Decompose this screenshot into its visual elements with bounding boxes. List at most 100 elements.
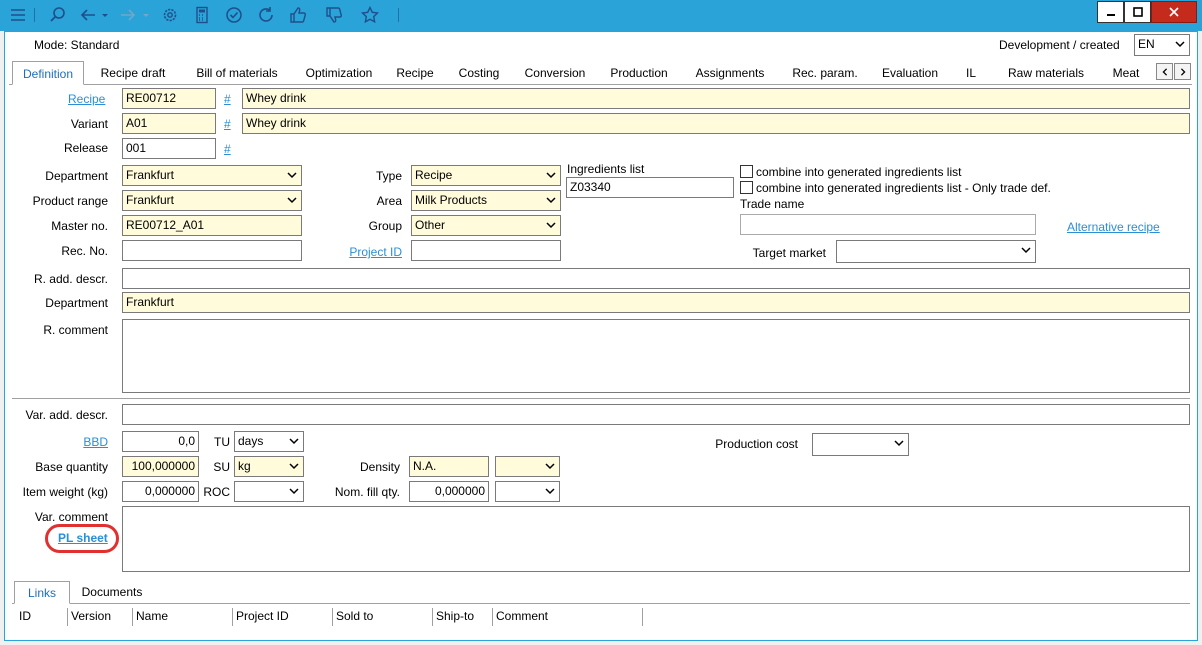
column-header-id[interactable]: ID xyxy=(16,608,68,626)
tu-value: days xyxy=(238,434,264,448)
combine-ingredients-checkbox[interactable] xyxy=(740,165,753,178)
density-label: Density xyxy=(359,460,400,474)
combine-trade-def-label: combine into generated ingredients list … xyxy=(756,181,1051,195)
target-market-select[interactable] xyxy=(836,240,1036,263)
thumbs-up-icon[interactable] xyxy=(288,5,308,25)
roc-select[interactable] xyxy=(234,481,304,502)
production-cost-select[interactable] xyxy=(812,433,909,456)
language-select[interactable]: EN xyxy=(1134,34,1190,56)
product-range-label: Product range xyxy=(32,194,108,208)
tab-rec-param[interactable]: Rec. param. xyxy=(786,61,864,83)
minimize-button[interactable] xyxy=(1097,1,1124,23)
tab-documents[interactable]: Documents xyxy=(74,585,150,599)
column-header-ship-to[interactable]: Ship-to xyxy=(433,608,493,626)
nom-fill-unit-select[interactable] xyxy=(495,481,560,502)
tab-evaluation[interactable]: Evaluation xyxy=(876,61,944,83)
project-id-link[interactable]: Project ID xyxy=(320,245,402,259)
chevron-down-icon xyxy=(545,463,555,470)
variant-field[interactable]: A01 xyxy=(122,113,216,134)
tab-il[interactable]: IL xyxy=(958,61,984,83)
recipe-field[interactable]: RE00712 xyxy=(122,88,216,109)
calculator-icon[interactable] xyxy=(192,5,212,25)
check-circle-icon[interactable] xyxy=(224,5,244,25)
project-id-field[interactable] xyxy=(411,240,561,261)
department2-field[interactable]: Frankfurt xyxy=(122,292,1190,313)
variant-name-field[interactable]: Whey drink xyxy=(242,113,1190,134)
density-field[interactable]: N.A. xyxy=(409,456,489,477)
tab-assignments[interactable]: Assignments xyxy=(688,61,772,83)
tu-select[interactable]: days xyxy=(234,431,304,452)
area-select[interactable]: Milk Products xyxy=(411,190,561,211)
r-comment-field[interactable] xyxy=(122,319,1190,393)
department-value: Frankfurt xyxy=(126,168,175,182)
var-add-descr-field[interactable] xyxy=(122,404,1190,425)
tab-raw-materials[interactable]: Raw materials xyxy=(1000,61,1092,83)
type-select[interactable]: Recipe xyxy=(411,165,561,186)
product-range-select[interactable]: Frankfurt xyxy=(122,190,302,211)
type-label: Type xyxy=(375,169,402,183)
nom-fill-qty-field[interactable]: 0,000000 xyxy=(409,481,489,502)
base-quantity-field[interactable]: 100,000000 xyxy=(122,456,199,477)
r-add-descr-field[interactable] xyxy=(122,268,1190,289)
forward-dropdown-icon[interactable] xyxy=(141,5,151,25)
item-weight-field[interactable]: 0,000000 xyxy=(122,481,199,502)
pl-sheet-link[interactable]: PL sheet xyxy=(58,531,108,545)
gear-icon[interactable] xyxy=(160,5,180,25)
bbd-field[interactable]: 0,0 xyxy=(122,431,199,452)
forward-arrow-icon[interactable] xyxy=(118,5,138,25)
r-add-descr-label: R. add. descr. xyxy=(33,272,108,286)
back-dropdown-icon[interactable] xyxy=(100,5,110,25)
refresh-icon[interactable] xyxy=(256,5,276,25)
chevron-left-icon xyxy=(1161,67,1167,76)
tab-scroll-left-button[interactable] xyxy=(1156,63,1173,80)
tab-production[interactable]: Production xyxy=(604,61,674,83)
chevron-down-icon xyxy=(289,488,299,495)
alternative-recipe-link[interactable]: Alternative recipe xyxy=(1067,220,1160,234)
column-header-comment[interactable]: Comment xyxy=(493,608,643,626)
bbd-link[interactable]: BBD xyxy=(18,435,108,449)
master-no-label: Master no. xyxy=(51,219,108,233)
master-no-field[interactable]: RE00712_A01 xyxy=(122,215,302,236)
tab-recipe[interactable]: Recipe xyxy=(392,61,438,83)
column-header-project-id[interactable]: Project ID xyxy=(233,608,333,626)
release-hash-link[interactable]: # xyxy=(224,142,231,156)
mode-label: Mode: Standard xyxy=(34,38,120,52)
tab-conversion[interactable]: Conversion xyxy=(518,61,592,83)
release-field[interactable]: 001 xyxy=(122,138,216,159)
tab-meat[interactable]: Meat xyxy=(1106,61,1146,83)
thumbs-down-icon[interactable] xyxy=(324,5,344,25)
chevron-down-icon xyxy=(287,172,297,179)
tab-optimization[interactable]: Optimization xyxy=(300,61,378,83)
recipe-hash-link[interactable]: # xyxy=(224,92,231,106)
search-icon[interactable] xyxy=(48,5,68,25)
roc-label: ROC xyxy=(203,485,230,499)
section-divider xyxy=(12,398,1190,399)
column-header-version[interactable]: Version xyxy=(68,608,133,626)
close-button[interactable] xyxy=(1151,1,1197,23)
area-label: Area xyxy=(376,194,402,208)
tab-costing[interactable]: Costing xyxy=(452,61,506,83)
density-unit-select[interactable] xyxy=(495,456,560,477)
rec-no-field[interactable] xyxy=(122,240,302,261)
recipe-name-field[interactable]: Whey drink xyxy=(242,88,1190,109)
menu-icon[interactable] xyxy=(8,5,28,25)
maximize-button[interactable] xyxy=(1124,1,1151,23)
column-header-name[interactable]: Name xyxy=(133,608,233,626)
department-select[interactable]: Frankfurt xyxy=(122,165,302,186)
variant-hash-link[interactable]: # xyxy=(224,117,231,131)
tab-definition[interactable]: Definition xyxy=(12,61,84,85)
su-select[interactable]: kg xyxy=(234,456,304,477)
tab-bill-of-materials[interactable]: Bill of materials xyxy=(188,61,286,83)
ingredients-list-field[interactable]: Z03340 xyxy=(566,177,734,198)
var-comment-field[interactable] xyxy=(122,506,1190,572)
trade-name-field[interactable] xyxy=(740,214,1036,235)
tab-scroll-right-button[interactable] xyxy=(1174,63,1191,80)
tab-links[interactable]: Links xyxy=(14,581,70,604)
back-arrow-icon[interactable] xyxy=(78,5,98,25)
group-select[interactable]: Other xyxy=(411,215,561,236)
star-icon[interactable] xyxy=(360,5,380,25)
recipe-link[interactable]: Recipe xyxy=(68,92,105,106)
combine-trade-def-checkbox[interactable] xyxy=(740,181,753,194)
column-header-sold-to[interactable]: Sold to xyxy=(333,608,433,626)
tab-recipe-draft[interactable]: Recipe draft xyxy=(96,61,170,83)
